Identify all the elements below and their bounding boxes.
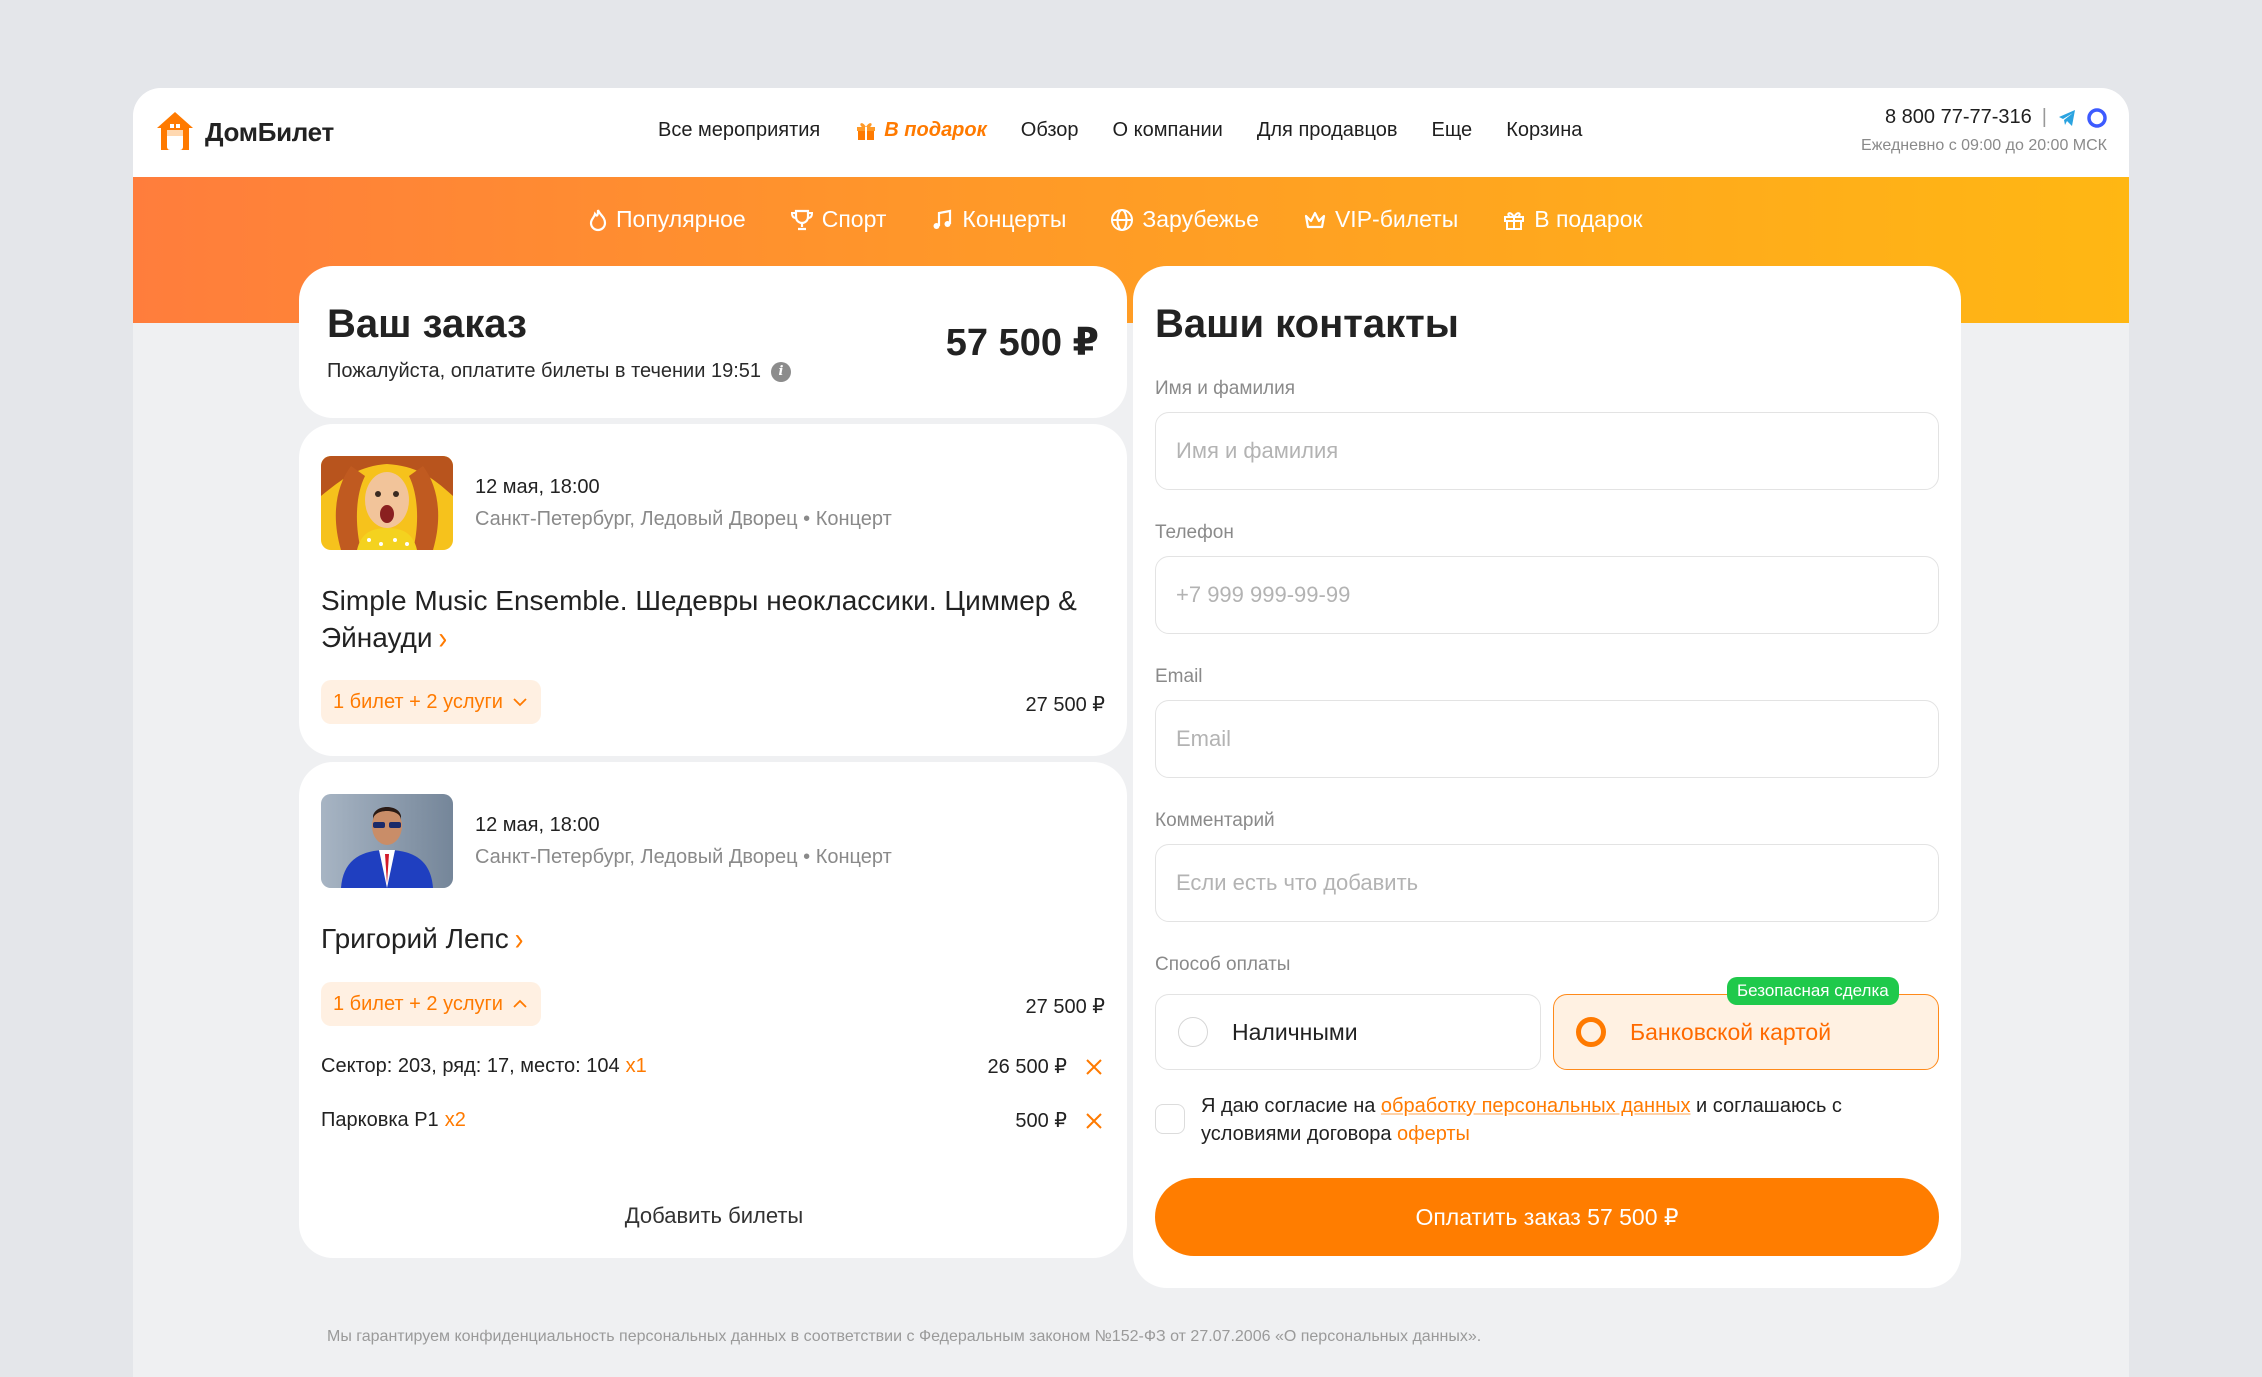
nav-sellers[interactable]: Для продавцов: [1257, 119, 1398, 142]
globe-icon: [1111, 208, 1134, 231]
event-date: 12 мая, 18:00: [475, 476, 600, 498]
comment-label: Комментарий: [1155, 810, 1275, 831]
nav-cart[interactable]: Корзина: [1506, 119, 1582, 142]
logo[interactable]: ДомБилет: [155, 110, 334, 154]
nav-overview[interactable]: Обзор: [1021, 119, 1079, 142]
phone-input[interactable]: [1155, 556, 1939, 634]
fire-icon: [589, 209, 607, 231]
category-popular[interactable]: Популярное: [588, 206, 746, 233]
event-title-link[interactable]: Simple Music Ensemble. Шедевры неокласси…: [321, 582, 1111, 657]
remove-icon[interactable]: [1083, 1056, 1105, 1078]
name-label: Имя и фамилия: [1155, 378, 1296, 399]
category-abroad[interactable]: Зарубежье: [1110, 206, 1259, 233]
email-label: Email: [1155, 666, 1203, 687]
payment-cash-option[interactable]: Наличными: [1155, 994, 1541, 1070]
quantity: x2: [444, 1109, 466, 1131]
separator: |: [2041, 106, 2047, 128]
order-title: Ваш заказ: [327, 302, 527, 346]
offer-link[interactable]: оферты: [1397, 1123, 1470, 1145]
trophy-icon: [790, 209, 813, 230]
email-input[interactable]: [1155, 700, 1939, 778]
event-card: 12 мая, 18:00 Санкт-Петербург, Ледовый Д…: [299, 424, 1127, 756]
event-image: [321, 456, 453, 550]
event-title-link[interactable]: Григорий Лепс ›: [321, 920, 1111, 958]
event-venue: Санкт-Петербург, Ледовый Дворец • Концер…: [475, 508, 892, 530]
radio-button: [1178, 1017, 1208, 1047]
service-line: Парковка P1 x2 500 ₽: [321, 1108, 1105, 1133]
quantity: x1: [625, 1055, 647, 1077]
comment-input[interactable]: [1155, 844, 1939, 922]
house-logo-icon: [155, 110, 195, 154]
add-tickets-button[interactable]: Добавить билеты: [587, 1178, 841, 1254]
chevron-up-icon: [513, 999, 527, 1008]
music-note-icon: [933, 209, 952, 229]
remove-icon[interactable]: [1083, 1110, 1105, 1132]
brand-name: ДомБилет: [205, 116, 334, 147]
contacts-title: Ваши контакты: [1155, 302, 1459, 346]
nav-gift-label: В подарок: [884, 118, 987, 141]
main-nav: Все мероприятия В подарок Обзор О компан…: [658, 118, 1582, 142]
event-date: 12 мая, 18:00: [475, 814, 600, 836]
privacy-footnote: Мы гарантируем конфиденциальность персон…: [327, 1328, 1482, 1345]
event-price: 27 500 ₽: [1025, 694, 1105, 716]
telegram-icon[interactable]: [2057, 108, 2077, 128]
radio-button-selected: [1576, 1017, 1606, 1047]
contact-block: 8 800 77-77-316 | Ежедневно с 09:00 до 2…: [1861, 106, 2107, 155]
gift-icon: [857, 123, 876, 140]
pay-order-button[interactable]: Оплатить заказ 57 500 ₽: [1155, 1178, 1939, 1256]
max-messenger-icon[interactable]: [2087, 107, 2107, 128]
name-input[interactable]: [1155, 412, 1939, 490]
chevron-down-icon: [513, 698, 527, 707]
gift-icon: [1504, 211, 1525, 230]
category-sport[interactable]: Спорт: [790, 206, 886, 233]
header: ДомБилет Все мероприятия В подарок Обзор…: [133, 88, 2129, 177]
chevron-right-icon: ›: [438, 619, 448, 656]
order-timer: Пожалуйста, оплатите билеты в течении 19…: [327, 360, 792, 383]
event-image: [321, 794, 453, 888]
privacy-link[interactable]: обработку персональных данных: [1381, 1095, 1691, 1117]
phone-number[interactable]: 8 800 77-77-316: [1885, 106, 2032, 129]
ticket-summary-toggle[interactable]: 1 билет + 2 услуги: [321, 982, 541, 1026]
info-icon[interactable]: i: [771, 361, 792, 382]
contacts-card: Ваши контакты Имя и фамилия Телефон Emai…: [1133, 266, 1961, 1288]
safe-deal-badge: Безопасная сделка: [1727, 977, 1899, 1005]
category-concerts[interactable]: Концерты: [930, 206, 1066, 233]
nav-all-events[interactable]: Все мероприятия: [658, 119, 820, 142]
category-gift[interactable]: В подарок: [1502, 206, 1643, 233]
category-vip[interactable]: VIP-билеты: [1303, 206, 1458, 233]
page: ДомБилет Все мероприятия В подарок Обзор…: [133, 88, 2129, 1377]
payment-label: Способ оплаты: [1155, 954, 1291, 975]
chevron-right-icon: ›: [514, 920, 524, 957]
payment-card-option[interactable]: Банковской картой: [1553, 994, 1939, 1070]
nav-more[interactable]: Еще: [1431, 119, 1472, 142]
crown-icon: [1304, 211, 1326, 228]
order-summary-card: Ваш заказ Пожалуйста, оплатите билеты в …: [299, 266, 1127, 418]
ticket-summary-toggle[interactable]: 1 билет + 2 услуги: [321, 680, 541, 724]
event-venue: Санкт-Петербург, Ледовый Дворец • Концер…: [475, 846, 892, 868]
ticket-line: Сектор: 203, ряд: 17, место: 104 x1 26 50…: [321, 1054, 1105, 1079]
order-total: 57 500 ₽: [945, 322, 1099, 364]
consent-text: Я даю согласие на обработку персональных…: [1201, 1095, 1842, 1145]
nav-about[interactable]: О компании: [1113, 119, 1223, 142]
nav-gift[interactable]: В подарок: [854, 118, 987, 142]
phone-label: Телефон: [1155, 522, 1234, 543]
working-hours: Ежедневно с 09:00 до 20:00 МСК: [1861, 137, 2107, 154]
consent-checkbox[interactable]: [1155, 1104, 1185, 1134]
event-price: 27 500 ₽: [1025, 996, 1105, 1018]
category-nav: Популярное Спорт Концерты Зарубежье VIP-…: [588, 206, 1643, 233]
